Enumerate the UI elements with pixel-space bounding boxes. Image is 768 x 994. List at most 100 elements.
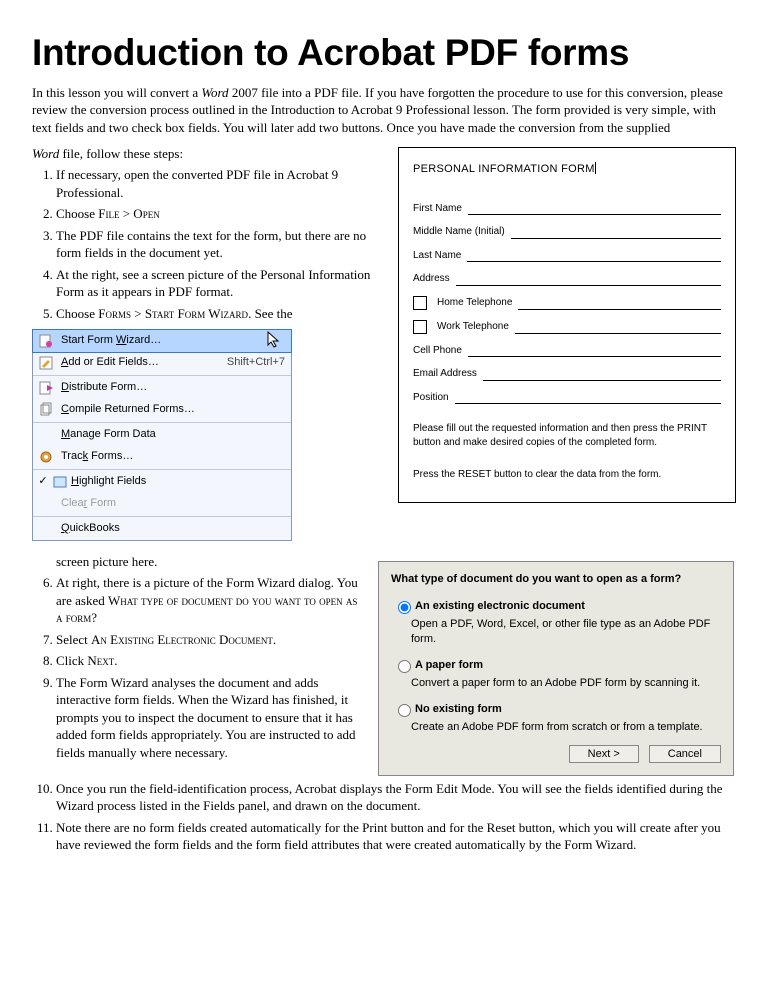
intro-paragraph: In this lesson you will convert a Word 2… bbox=[32, 84, 736, 137]
blank-icon bbox=[37, 426, 55, 444]
pif-label-last: Last Name bbox=[413, 249, 461, 263]
step-5-after: screen picture here. bbox=[32, 553, 362, 571]
wizard-icon bbox=[37, 332, 55, 350]
radio-none[interactable] bbox=[398, 704, 411, 717]
intro-tail: Word file, follow these steps: bbox=[32, 145, 382, 163]
pif-line bbox=[511, 228, 721, 239]
blank-icon bbox=[37, 495, 55, 513]
track-icon bbox=[37, 448, 55, 466]
menu-label: Add or Edit Fields… bbox=[61, 355, 227, 370]
menu-track-forms[interactable]: Track Forms… bbox=[33, 446, 291, 468]
menu-path: File > Open bbox=[98, 206, 159, 221]
intro-word-italic: Word bbox=[201, 85, 228, 100]
menu-compile-forms[interactable]: Compile Returned Forms… bbox=[33, 399, 291, 421]
pif-label-email: Email Address bbox=[413, 367, 477, 381]
step-7: Select An Existing Electronic Document. bbox=[56, 631, 362, 649]
menu-separator bbox=[33, 422, 291, 423]
compile-icon bbox=[37, 401, 55, 419]
pif-line bbox=[467, 251, 721, 262]
menu-label: Highlight Fields bbox=[71, 474, 285, 489]
menu-clear-form: Clear Form bbox=[33, 493, 291, 515]
form-wizard-dialog: What type of document do you want to ope… bbox=[378, 561, 734, 776]
menu-path: Forms > Start Form Wizard bbox=[98, 306, 248, 321]
pif-line bbox=[468, 204, 721, 215]
steps-list-cont: At right, there is a picture of the Form… bbox=[32, 574, 362, 761]
pif-label-first: First Name bbox=[413, 202, 462, 216]
pif-title: PERSONAL INFORMATION FORM bbox=[413, 162, 596, 174]
step-1: If necessary, open the converted PDF fil… bbox=[56, 166, 382, 201]
menu-manage-form-data[interactable]: Manage Form Data bbox=[33, 424, 291, 446]
intro-word-italic: Word bbox=[32, 146, 59, 161]
pif-line bbox=[456, 275, 721, 286]
menu-add-edit-fields[interactable]: Add or Edit Fields… Shift+Ctrl+7 bbox=[33, 352, 291, 374]
pif-label-position: Position bbox=[413, 391, 449, 405]
wizard-option-desc: Create an Adobe PDF form from scratch or… bbox=[411, 720, 721, 735]
steps-list-final: Once you run the field-identification pr… bbox=[32, 780, 736, 854]
step-9: The Form Wizard analyses the document an… bbox=[56, 674, 362, 762]
step-11: Note there are no form fields created au… bbox=[56, 819, 736, 854]
pif-line bbox=[483, 370, 721, 381]
cancel-button[interactable]: Cancel bbox=[649, 745, 721, 763]
pif-label-middle: Middle Name (Initial) bbox=[413, 225, 505, 239]
step-text: . See the bbox=[248, 306, 292, 321]
option-ref: An Existing Electronic Document. bbox=[91, 632, 276, 647]
radio-paper[interactable] bbox=[398, 660, 411, 673]
step-3: The PDF file contains the text for the f… bbox=[56, 227, 382, 262]
check-icon: ✓ bbox=[37, 474, 49, 489]
wizard-option-desc: Convert a paper form to an Adobe PDF for… bbox=[411, 676, 721, 691]
wizard-option-label: No existing form bbox=[415, 703, 502, 715]
intro-text: In this lesson you will convert a bbox=[32, 85, 201, 100]
pif-label-cell: Cell Phone bbox=[413, 344, 462, 358]
step-4: At the right, see a screen picture of th… bbox=[56, 266, 382, 301]
menu-separator bbox=[33, 375, 291, 376]
pif-line bbox=[518, 299, 721, 310]
steps-list: If necessary, open the converted PDF fil… bbox=[32, 166, 382, 540]
menu-separator bbox=[33, 516, 291, 517]
menu-label: Clear Form bbox=[61, 496, 285, 511]
next-button[interactable]: Next > bbox=[569, 745, 639, 763]
step-text: Choose bbox=[56, 306, 98, 321]
pif-label-address: Address bbox=[413, 272, 450, 286]
menu-label: Start Form Wizard… bbox=[61, 333, 271, 348]
wizard-option-existing[interactable]: An existing electronic document Open a P… bbox=[393, 598, 721, 647]
step-10: Once you run the field-identification pr… bbox=[56, 780, 736, 815]
button-ref: Next. bbox=[87, 653, 117, 668]
edit-fields-icon bbox=[37, 354, 55, 372]
distribute-icon bbox=[37, 379, 55, 397]
pif-label-work: Work Telephone bbox=[437, 320, 509, 334]
menu-label: Track Forms… bbox=[61, 449, 285, 464]
highlight-icon bbox=[51, 473, 69, 491]
step-text: Select bbox=[56, 632, 91, 647]
pif-label-home: Home Telephone bbox=[437, 296, 512, 310]
intro-text: file, follow these steps: bbox=[59, 146, 183, 161]
pif-line bbox=[455, 393, 721, 404]
step-6: At right, there is a picture of the Form… bbox=[56, 574, 362, 627]
wizard-option-desc: Open a PDF, Word, Excel, or other file t… bbox=[411, 617, 721, 647]
menu-highlight-fields[interactable]: ✓ Highlight Fields bbox=[33, 471, 291, 493]
forms-menu: Start Form Wizard… Add or Edit Fields… S… bbox=[32, 329, 292, 541]
pif-checkbox-work bbox=[413, 320, 427, 334]
wizard-option-label: A paper form bbox=[415, 659, 483, 671]
menu-shortcut: Shift+Ctrl+7 bbox=[227, 355, 285, 370]
menu-start-form-wizard[interactable]: Start Form Wizard… bbox=[32, 329, 292, 353]
step-5: Choose Forms > Start Form Wizard. See th… bbox=[56, 305, 382, 541]
pif-note-reset: Press the RESET button to clear the data… bbox=[413, 468, 721, 482]
pif-line bbox=[515, 323, 721, 334]
menu-distribute-form[interactable]: Distribute Form… bbox=[33, 377, 291, 399]
wizard-option-paper[interactable]: A paper form Convert a paper form to an … bbox=[393, 657, 721, 691]
menu-label: QuickBooks bbox=[61, 521, 285, 536]
menu-separator bbox=[33, 469, 291, 470]
pif-checkbox-home bbox=[413, 296, 427, 310]
menu-quickbooks[interactable]: QuickBooks bbox=[33, 518, 291, 540]
pif-note-print: Please fill out the requested informatio… bbox=[413, 422, 721, 450]
wizard-option-none[interactable]: No existing form Create an Adobe PDF for… bbox=[393, 701, 721, 735]
wizard-question: What type of document do you want to ope… bbox=[391, 572, 721, 587]
wizard-option-label: An existing electronic document bbox=[415, 600, 585, 612]
step-8: Click Next. bbox=[56, 652, 362, 670]
step-2: Choose File > Open bbox=[56, 205, 382, 223]
personal-info-form-preview: PERSONAL INFORMATION FORM First Name Mid… bbox=[398, 147, 736, 504]
menu-label: Compile Returned Forms… bbox=[61, 402, 285, 417]
step-text: Choose bbox=[56, 206, 98, 221]
menu-label: Manage Form Data bbox=[61, 427, 285, 442]
radio-existing[interactable] bbox=[398, 601, 411, 614]
